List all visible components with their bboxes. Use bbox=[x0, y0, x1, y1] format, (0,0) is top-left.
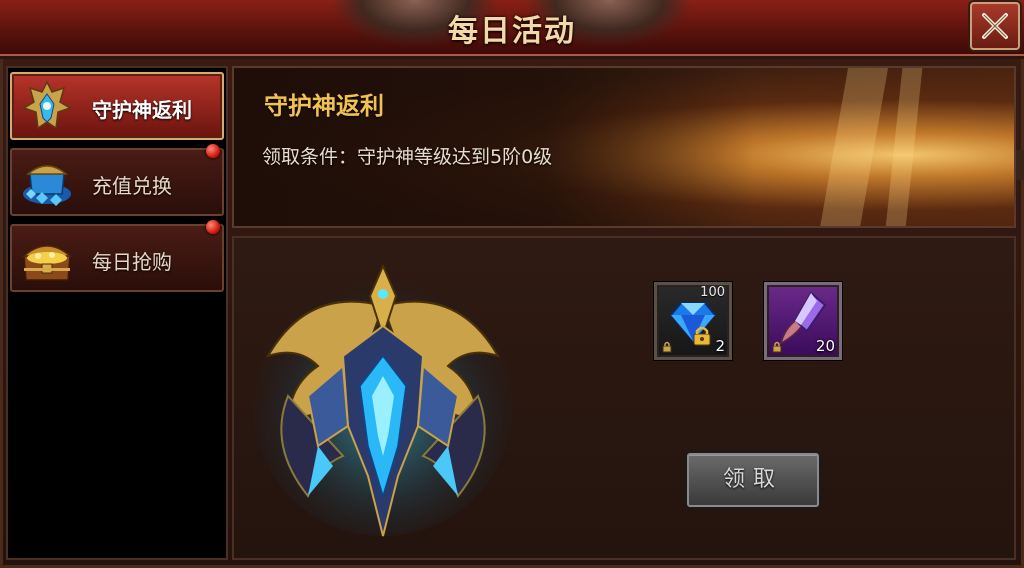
notification-badge bbox=[206, 220, 220, 234]
sidebar: 守护神返利 充值兑换 每日抢购 bbox=[6, 66, 228, 560]
sidebar-item-recharge-exchange[interactable]: 充值兑换 bbox=[10, 144, 224, 216]
reward-panel: 100 2 20 领取 bbox=[232, 236, 1016, 560]
side-arrow-tab bbox=[1016, 150, 1024, 180]
page-title: 每日活动 bbox=[448, 14, 576, 49]
banner-title: 守护神返利 bbox=[264, 92, 384, 120]
reward-count: 20 bbox=[815, 337, 835, 355]
sidebar-item-label: 守护神返利 bbox=[92, 98, 192, 122]
header-bar: 每日活动 bbox=[0, 0, 1024, 59]
guardian-armor-image bbox=[253, 263, 513, 537]
gold-padlock-icon bbox=[693, 326, 711, 346]
guardian-armor-icon bbox=[22, 80, 72, 130]
reward-top-value: 100 bbox=[700, 285, 725, 300]
notification-badge bbox=[206, 144, 220, 158]
reward-slot-diamond[interactable]: 100 2 bbox=[654, 282, 732, 360]
close-icon bbox=[982, 13, 1008, 39]
light-beam bbox=[819, 68, 889, 226]
light-beam bbox=[885, 68, 923, 226]
padlock-icon bbox=[772, 341, 782, 353]
close-button[interactable] bbox=[970, 2, 1020, 50]
padlock-icon bbox=[662, 341, 672, 353]
sidebar-item-daily-flash-sale[interactable]: 每日抢购 bbox=[10, 220, 224, 292]
claim-button[interactable]: 领取 bbox=[687, 453, 819, 507]
treasure-chest-icon bbox=[21, 245, 73, 281]
claim-condition: 领取条件：守护神等级达到5阶0级 bbox=[262, 146, 553, 168]
sidebar-item-label: 充值兑换 bbox=[92, 174, 172, 198]
sidebar-item-label: 每日抢购 bbox=[92, 250, 172, 274]
sidebar-item-guardian-rebate[interactable]: 守护神返利 bbox=[10, 72, 224, 140]
reward-count: 2 bbox=[715, 337, 725, 355]
event-banner: 守护神返利 领取条件：守护神等级达到5阶0级 bbox=[232, 66, 1016, 228]
reward-slot-crystal[interactable]: 20 bbox=[764, 282, 842, 360]
treasure-gems-icon bbox=[23, 165, 71, 206]
